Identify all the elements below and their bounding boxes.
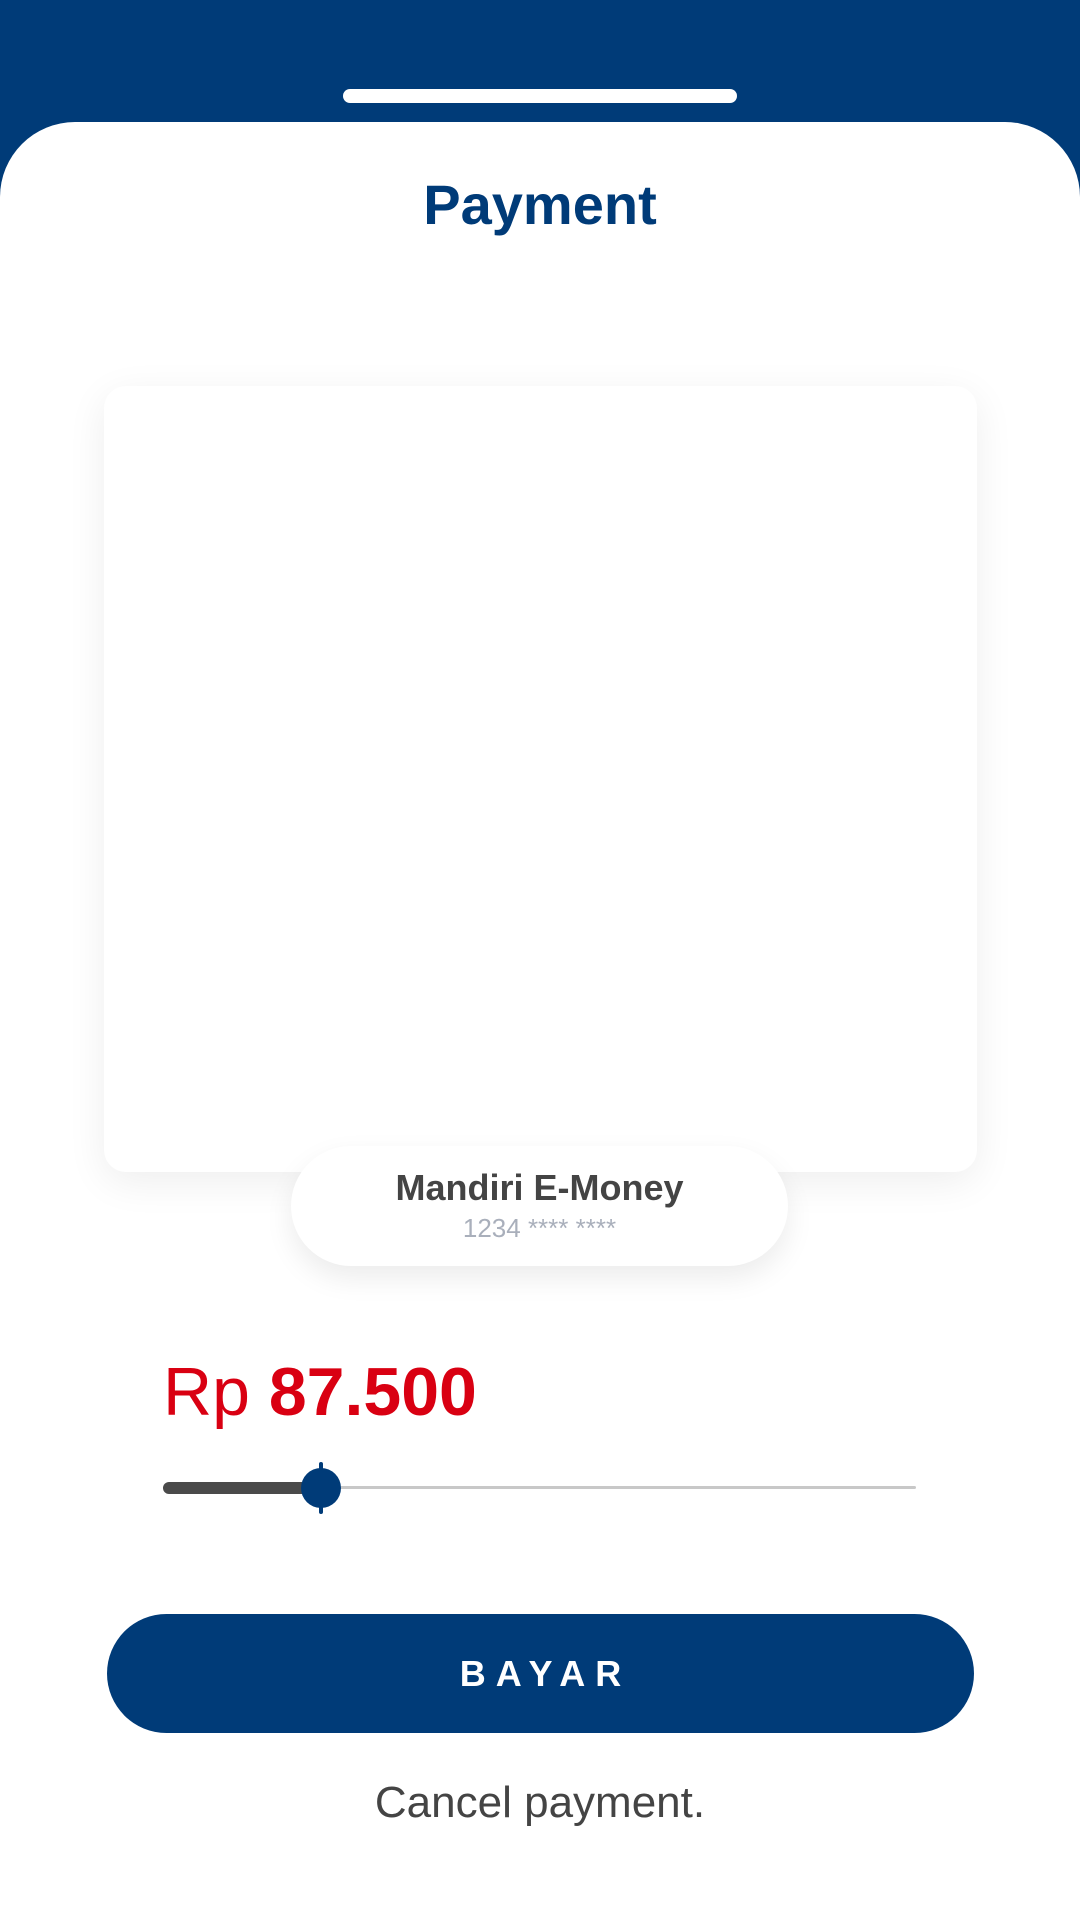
slider-fill <box>163 1482 321 1494</box>
drag-handle[interactable] <box>343 89 737 103</box>
amount-slider[interactable] <box>163 1460 916 1516</box>
card-number: 1234 **** **** <box>462 1213 617 1243</box>
card-selector[interactable]: Mandiri E-Money 1234 **** **** <box>291 1146 788 1266</box>
pay-button[interactable]: BAYAR <box>107 1614 974 1733</box>
cancel-payment-link[interactable]: Cancel payment. <box>0 1775 1080 1831</box>
card-preview <box>104 386 977 1172</box>
slider-thumb-marker <box>319 1462 323 1514</box>
payment-screen: Payment Mandiri E-Money 1234 **** **** R… <box>0 0 1080 1920</box>
amount-currency: Rp <box>163 1354 250 1430</box>
payment-amount: Rp 87.500 <box>163 1350 477 1434</box>
slider-thumb[interactable] <box>301 1462 341 1514</box>
page-title: Payment <box>423 173 657 236</box>
amount-value: 87.500 <box>268 1354 477 1430</box>
card-name: Mandiri E-Money <box>395 1167 684 1208</box>
